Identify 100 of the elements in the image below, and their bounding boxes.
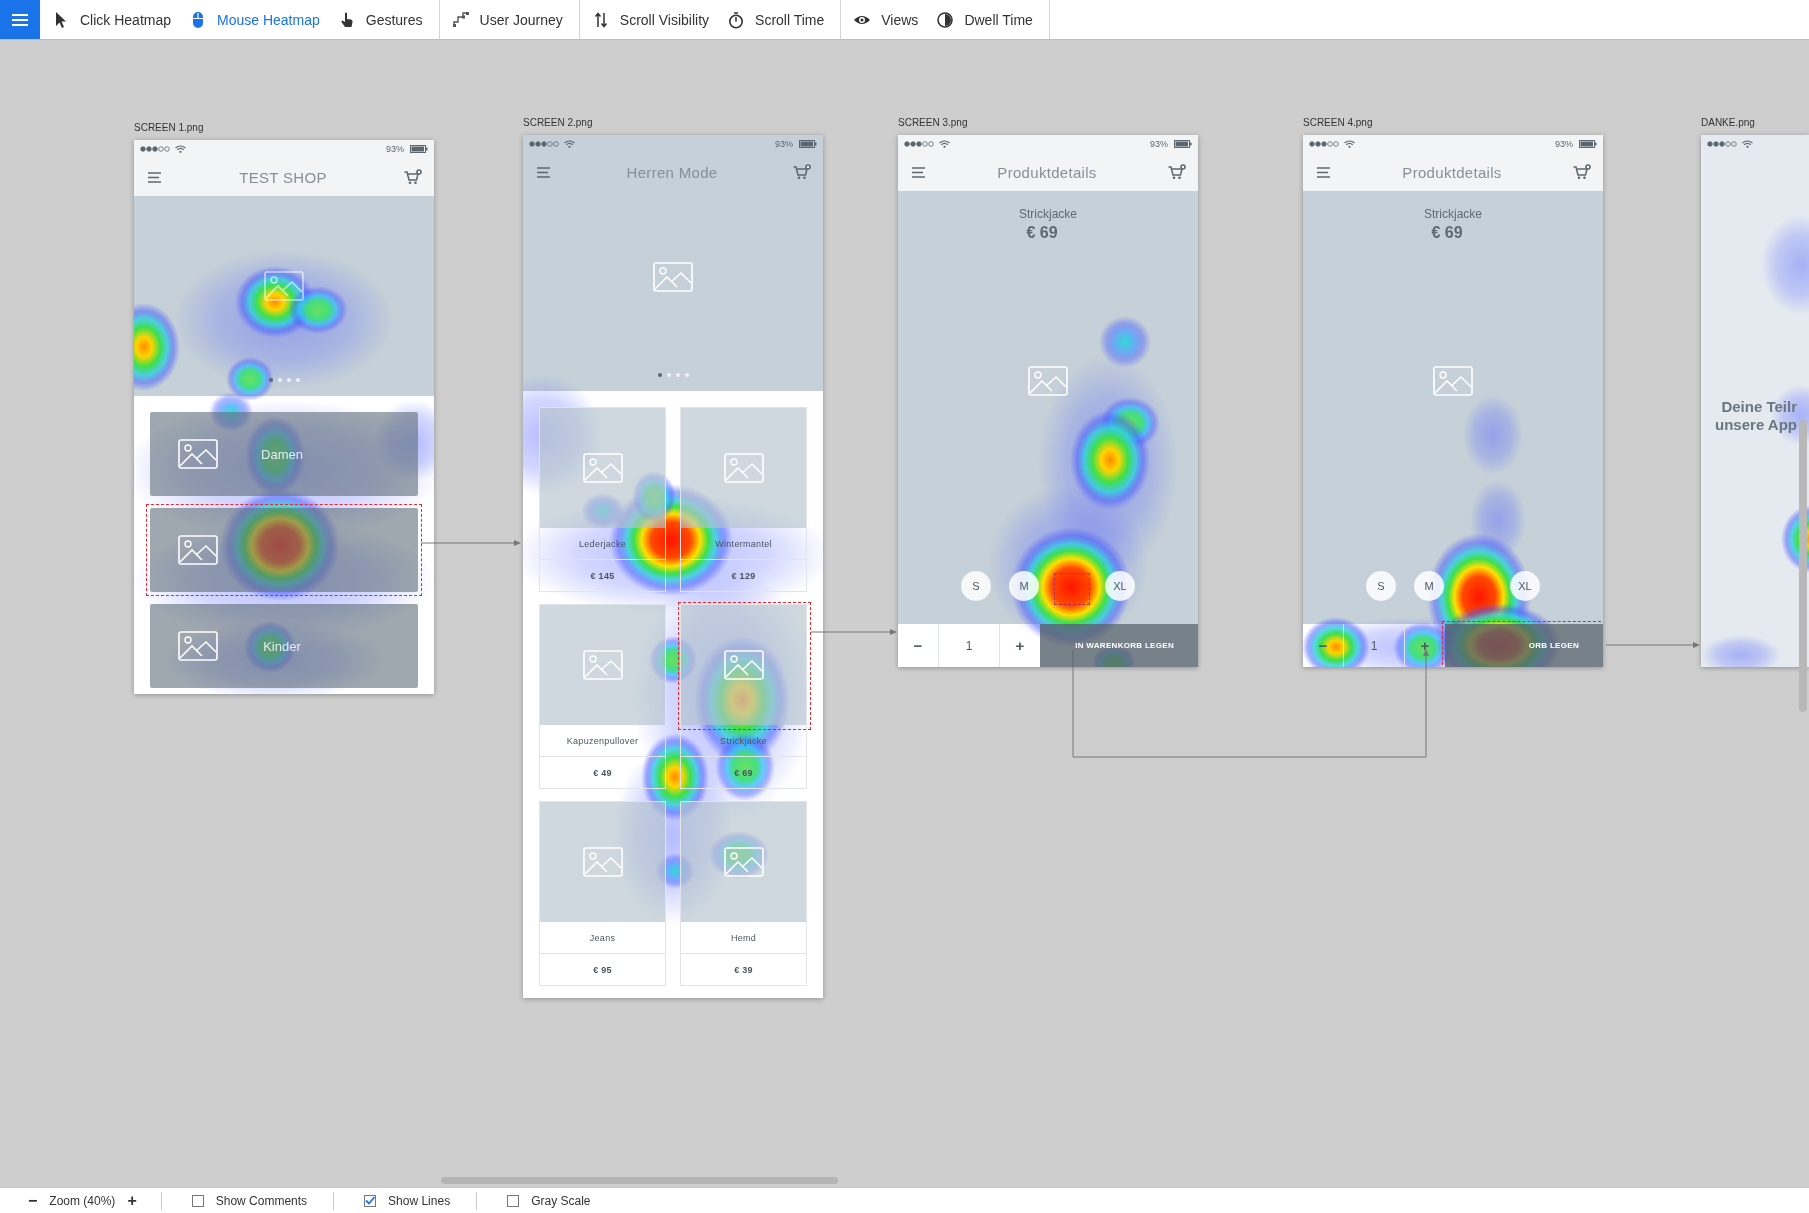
- product-card[interactable]: Kapuzenpullover € 49: [539, 604, 666, 789]
- add-to-cart-button[interactable]: IN WARENKORB LEGEN: [1040, 624, 1198, 667]
- wifi-icon: [175, 145, 186, 153]
- signal-icon: [904, 141, 934, 147]
- toolbar-tab[interactable]: Gestures: [337, 10, 423, 29]
- battery-level: 93%: [1555, 139, 1573, 149]
- product-name: Kapuzenpullover: [565, 734, 640, 748]
- wifi-icon: [939, 140, 950, 148]
- zoom-out-button[interactable]: −: [28, 1191, 38, 1210]
- wifi-icon: [1344, 140, 1355, 148]
- signal-icon: [1707, 141, 1737, 147]
- image-icon: [178, 631, 218, 661]
- screen-label: SCREEN 2.png: [523, 117, 594, 129]
- product-name: Jeans: [588, 931, 617, 945]
- menu-icon[interactable]: [1317, 166, 1331, 178]
- wifi-icon: [1742, 140, 1753, 148]
- thanks-message: unsere App: [1715, 416, 1797, 434]
- scrollbar[interactable]: [441, 1177, 838, 1184]
- product-card[interactable]: Jeans € 95: [539, 801, 666, 986]
- checkbox[interactable]: [364, 1194, 377, 1207]
- thanks-message: Deine Teilr: [1721, 398, 1797, 416]
- product-name: Hemd: [729, 931, 758, 945]
- toolbar-tab[interactable]: User Journey: [451, 10, 563, 29]
- screen-title: Produktdetails: [1402, 163, 1502, 181]
- checkbox[interactable]: [191, 1194, 204, 1207]
- product-price: € 49: [540, 756, 665, 788]
- screen-label: DANKE.png: [1701, 117, 1756, 129]
- menu-icon[interactable]: [537, 166, 551, 178]
- battery-level: 93%: [386, 144, 404, 154]
- menu-icon[interactable]: [148, 171, 162, 183]
- product-price: € 129: [681, 559, 806, 591]
- carousel-dot[interactable]: [675, 373, 680, 377]
- image-icon: [178, 439, 218, 469]
- checkbox-label: Gray Scale: [531, 1193, 591, 1208]
- image-icon: [1028, 366, 1068, 396]
- screen-label: SCREEN 3.png: [898, 117, 969, 129]
- carousel-dot[interactable]: [277, 378, 282, 382]
- image-icon: [178, 535, 218, 565]
- zoom-in-button[interactable]: +: [127, 1191, 137, 1210]
- quantity-value: 1: [938, 624, 1000, 667]
- toolbar-tab[interactable]: Mouse Heatmap: [189, 10, 320, 29]
- quantity-value: 1: [1343, 624, 1405, 667]
- image-icon: [582, 453, 623, 483]
- checkbox-label: Show Lines: [388, 1193, 451, 1208]
- signal-icon: [529, 141, 559, 147]
- image-icon: [582, 847, 623, 877]
- carousel-dot[interactable]: [268, 378, 273, 382]
- product-price: € 69: [1431, 224, 1463, 242]
- image-icon: [582, 650, 623, 680]
- carousel-dot[interactable]: [657, 373, 662, 377]
- battery-icon: [799, 140, 817, 148]
- size-option[interactable]: S: [961, 571, 991, 601]
- cart-icon[interactable]: [1573, 164, 1591, 180]
- product-card[interactable]: Hemd € 39: [680, 801, 807, 986]
- battery-icon: [1174, 140, 1192, 148]
- increase-button[interactable]: +: [1000, 624, 1040, 667]
- image-icon: [264, 271, 304, 301]
- size-option[interactable]: M: [1414, 571, 1444, 601]
- scrollbar[interactable]: [1799, 420, 1807, 712]
- path-icon: [451, 10, 470, 29]
- size-option[interactable]: S: [1366, 571, 1396, 601]
- screen-title: TEST SHOP: [239, 168, 327, 186]
- carousel-dot[interactable]: [684, 373, 689, 377]
- product-name: Strickjacke: [719, 734, 768, 748]
- menu-icon[interactable]: [912, 166, 926, 178]
- product-price: € 39: [681, 953, 806, 985]
- toolbar-tab[interactable]: Scroll Time: [727, 10, 825, 29]
- battery-level: 93%: [775, 139, 793, 149]
- product-price: € 69: [1026, 224, 1058, 242]
- toolbar-tab[interactable]: Dwell Time: [936, 10, 1033, 29]
- image-icon: [723, 847, 764, 877]
- image-icon: [723, 650, 764, 680]
- toolbar-tab[interactable]: Views: [853, 10, 919, 29]
- increase-button[interactable]: +: [1405, 624, 1445, 667]
- screen-title: Produktdetails: [997, 163, 1097, 181]
- battery-icon: [1579, 140, 1597, 148]
- menu-button[interactable]: [0, 0, 40, 39]
- cart-icon[interactable]: [793, 164, 811, 180]
- checkbox[interactable]: [507, 1194, 520, 1207]
- product-price: € 95: [540, 953, 665, 985]
- zoom-level: Zoom (40%): [49, 1193, 116, 1208]
- screen-label: SCREEN 1.png: [134, 122, 205, 134]
- product-price: € 145: [540, 559, 665, 591]
- carousel-dot[interactable]: [295, 378, 300, 382]
- carousel-dot[interactable]: [666, 373, 671, 377]
- carousel-dot[interactable]: [286, 378, 291, 382]
- cart-icon[interactable]: [404, 169, 422, 185]
- decrease-button[interactable]: −: [898, 624, 938, 667]
- size-option[interactable]: XL: [1510, 571, 1540, 601]
- toolbar-tab[interactable]: Scroll Visibility: [591, 10, 710, 29]
- add-to-cart-button[interactable]: ORB LEGEN: [1445, 624, 1603, 667]
- signal-icon: [1309, 141, 1339, 147]
- toolbar-tab[interactable]: Click Heatmap: [52, 10, 172, 29]
- product-name: Strickjacke: [1424, 207, 1482, 221]
- screen-label: SCREEN 4.png: [1303, 117, 1374, 129]
- checkbox-label: Show Comments: [215, 1193, 308, 1208]
- cart-icon[interactable]: [1168, 164, 1186, 180]
- image-icon: [723, 453, 764, 483]
- image-icon: [1433, 366, 1473, 396]
- decrease-button[interactable]: −: [1303, 624, 1343, 667]
